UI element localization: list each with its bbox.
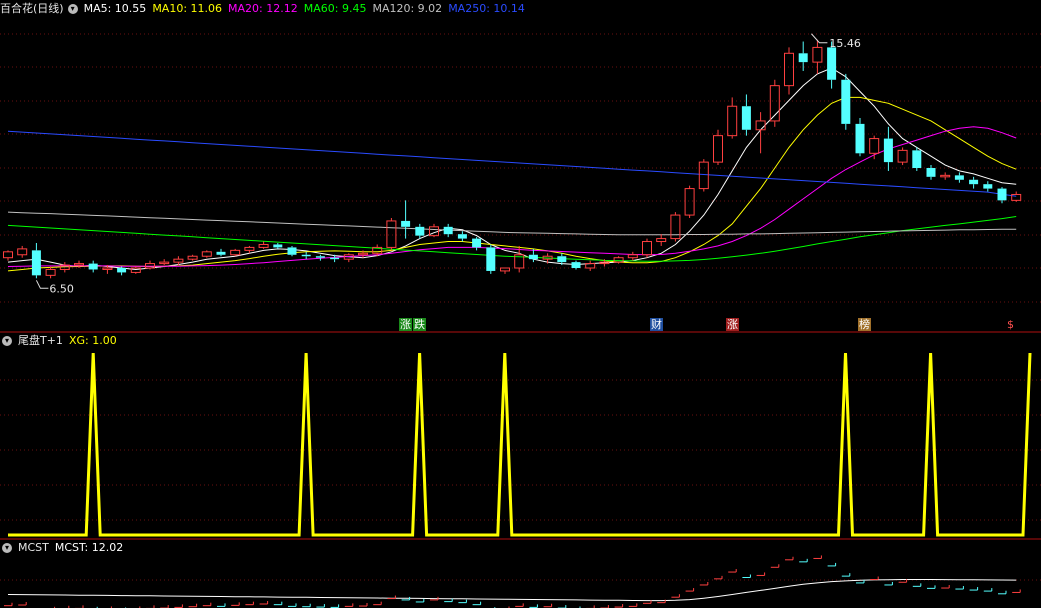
candle-up: [159, 261, 170, 265]
candle-up: [812, 46, 823, 63]
candle-down: [401, 220, 411, 227]
candle-down: [912, 150, 922, 168]
mcst-title: MCST: [18, 541, 49, 554]
event-marker-dollar[interactable]: $: [1006, 318, 1015, 331]
low-annotation-leader: [35, 280, 49, 289]
candle-up: [17, 248, 28, 256]
candle-down: [741, 106, 751, 130]
chevron-down-icon[interactable]: ▾: [2, 543, 12, 553]
candle-down: [798, 53, 808, 63]
candle-up: [642, 241, 652, 256]
candle-up: [500, 267, 510, 272]
candle-up: [869, 138, 880, 154]
candle-up: [258, 243, 269, 248]
low-price-label: 6.50: [49, 282, 74, 295]
event-marker-bang[interactable]: 榜: [858, 318, 871, 331]
candle-down: [528, 254, 538, 260]
candle-up: [940, 174, 951, 178]
event-marker-zhang-2[interactable]: 涨: [726, 318, 739, 331]
candle-up: [684, 188, 695, 216]
candle-down: [287, 247, 297, 255]
event-marker-cai[interactable]: 财: [650, 318, 663, 331]
chevron-down-icon[interactable]: ▾: [2, 336, 12, 346]
candle-up: [627, 254, 638, 259]
high-annotation-leader: [811, 33, 828, 44]
candle-down: [954, 175, 964, 180]
ma-line-ma60: [7, 216, 1017, 262]
candle-down: [117, 268, 127, 273]
candle-up: [102, 267, 113, 270]
stock-chart-window: { "main_panel": { "title": "百合花(日线)", "m…: [0, 0, 1041, 608]
candle-up: [173, 258, 184, 263]
candle-down: [997, 188, 1007, 201]
candle-up: [45, 268, 56, 276]
candle-up: [201, 251, 212, 257]
ma-line-ma20: [7, 126, 1017, 267]
ma60-label: MA60: 9.45: [303, 2, 367, 15]
ma-line-ma250: [7, 130, 1017, 197]
candle-up: [656, 238, 667, 243]
candle-up: [698, 161, 709, 190]
candle-up: [230, 249, 241, 256]
candle-down: [557, 256, 567, 263]
candle-up: [244, 246, 255, 251]
candle-down: [88, 263, 98, 270]
candle-up: [713, 135, 723, 163]
candle-down: [926, 168, 936, 177]
candle-up: [727, 105, 738, 137]
ma10-label: MA10: 11.06: [152, 2, 223, 15]
xg-value-label: XG: 1.00: [68, 334, 117, 347]
candle-up: [386, 220, 397, 248]
ma20-label: MA20: 12.12: [228, 2, 298, 15]
candle-up: [74, 263, 84, 266]
stock-title: 百合花(日线): [0, 2, 64, 15]
candle-down: [855, 123, 865, 154]
candle-down: [969, 179, 979, 185]
candle-up: [755, 120, 766, 131]
candle-down: [472, 238, 482, 248]
mcst-line: [7, 579, 1017, 602]
candle-down: [983, 184, 993, 189]
ma-line-ma120: [7, 211, 1017, 236]
mcst-value-label: MCST: 12.02: [54, 541, 124, 554]
candle-down: [330, 257, 340, 260]
candle-down: [571, 262, 581, 268]
event-marker-die[interactable]: 跌: [413, 318, 426, 331]
candle-down: [216, 251, 226, 255]
candle-up: [358, 252, 368, 256]
candle-up: [187, 255, 198, 260]
ma120-label: MA120: 9.02: [372, 2, 443, 15]
candle-up: [130, 267, 141, 273]
indicator-panel-header: ▾ 尾盘T+1 XG: 1.00: [0, 333, 123, 349]
main-panel-header: 百合花(日线) ▾ MA5: 10.55 MA10: 11.06 MA20: 12.12…: [0, 1, 531, 17]
candle-down: [415, 226, 425, 236]
ma250-label: MA250: 10.14: [448, 2, 525, 15]
high-price-label: 15.46: [829, 37, 861, 50]
candle-down: [315, 256, 325, 258]
candle-up: [784, 52, 794, 87]
candle-down: [841, 79, 851, 124]
candle-down: [457, 234, 467, 239]
candle-down: [31, 250, 41, 276]
indicator-title: 尾盘T+1: [18, 334, 63, 347]
candle-up: [3, 251, 13, 259]
candle-down: [486, 247, 496, 271]
candle-up: [897, 149, 908, 163]
candle-down: [273, 244, 283, 248]
event-marker-zhang[interactable]: 涨: [399, 318, 412, 331]
chevron-down-icon[interactable]: ▾: [67, 4, 78, 14]
candle-down: [827, 47, 837, 80]
candle-down: [443, 226, 453, 235]
ma5-label: MA5: 10.55: [83, 2, 147, 15]
candle-down: [301, 254, 311, 257]
mcst-panel-header: ▾ MCST MCST: 12.02: [0, 540, 129, 556]
candle-down: [883, 138, 893, 163]
chart-canvas: 15.46 6.50: [0, 33, 1041, 608]
